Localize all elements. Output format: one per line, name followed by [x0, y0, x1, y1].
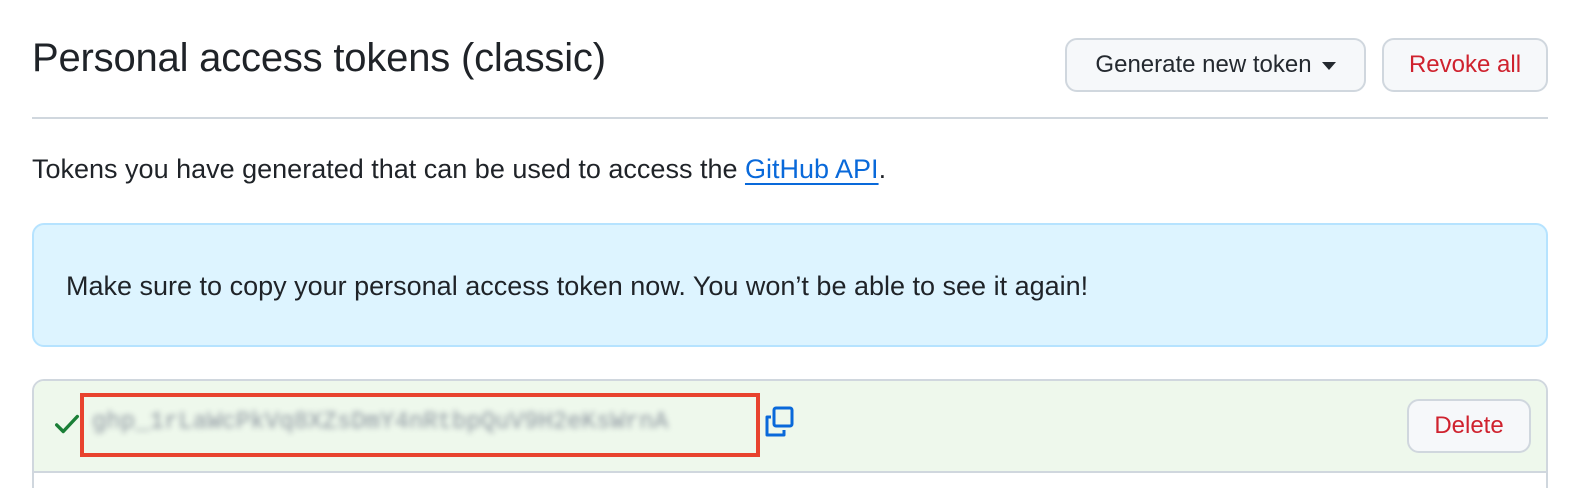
caret-down-icon — [1321, 62, 1336, 70]
intro-text-after: . — [878, 154, 887, 184]
flash-message: Make sure to copy your personal access t… — [66, 271, 1089, 301]
token-highlight-box: ghp_1rLaWcPkVq8XZsDmY4nRtbpQuV9H2eKsWrnA — [80, 393, 760, 457]
generate-new-token-label: Generate new token — [1095, 51, 1312, 78]
tokens-page: Personal access tokens (classic) Generat… — [0, 0, 1588, 488]
copy-icon[interactable] — [762, 405, 796, 439]
revoke-all-button[interactable]: Revoke all — [1382, 38, 1548, 92]
intro-text-before: Tokens you have generated that can be us… — [32, 154, 745, 184]
token-list: ghp_1rLaWcPkVq8XZsDmY4nRtbpQuV9H2eKsWrnA… — [32, 379, 1548, 488]
github-api-link[interactable]: GitHub API — [745, 154, 879, 184]
intro-text: Tokens you have generated that can be us… — [32, 154, 886, 185]
new-token-row: ghp_1rLaWcPkVq8XZsDmY4nRtbpQuV9H2eKsWrnA… — [34, 381, 1546, 473]
page-title: Personal access tokens (classic) — [32, 36, 606, 80]
check-icon — [55, 414, 79, 434]
page-header: Personal access tokens (classic) Generat… — [32, 0, 1548, 119]
delete-token-button[interactable]: Delete — [1407, 399, 1531, 453]
copy-token-flash: Make sure to copy your personal access t… — [32, 223, 1548, 347]
generate-new-token-button[interactable]: Generate new token — [1065, 38, 1366, 92]
token-value[interactable]: ghp_1rLaWcPkVq8XZsDmY4nRtbpQuV9H2eKsWrnA — [92, 409, 752, 441]
